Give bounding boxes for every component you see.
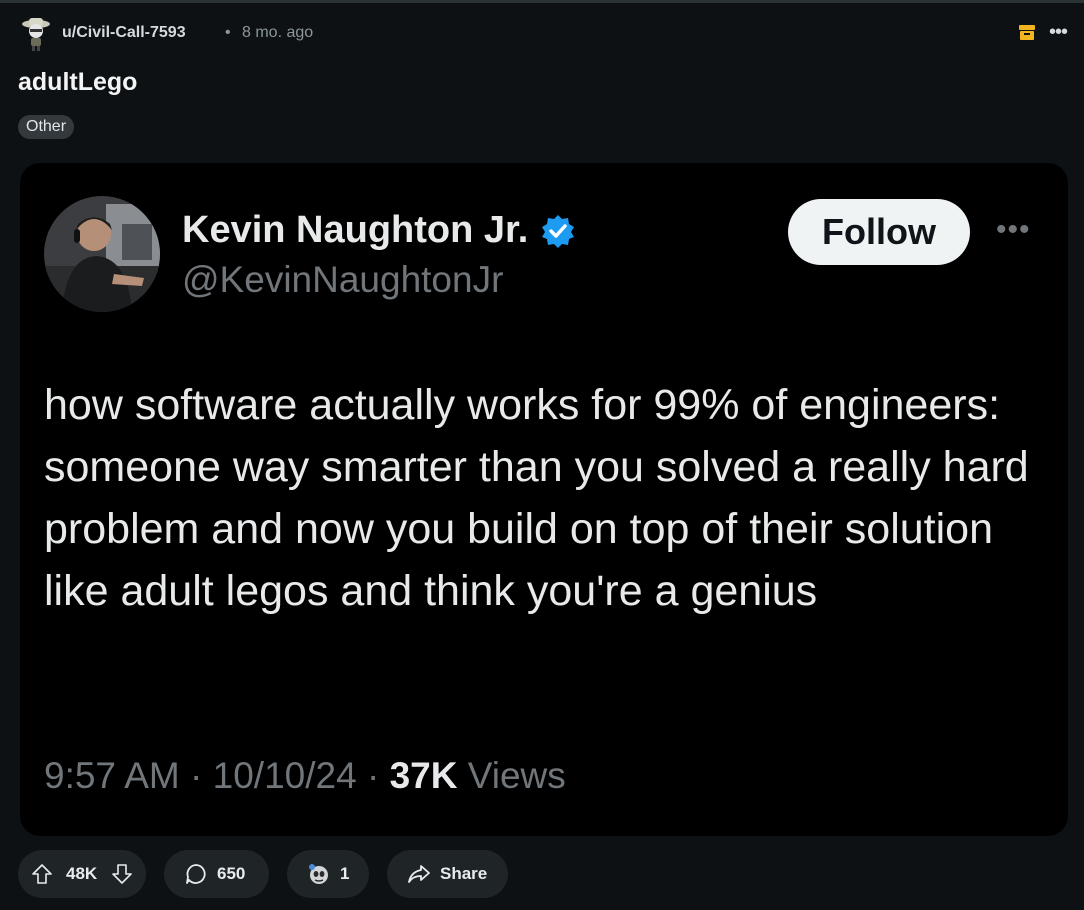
vote-bar: 48K	[18, 850, 146, 898]
author-avatar[interactable]	[20, 16, 52, 52]
top-divider	[0, 0, 1084, 3]
comment-bubble-icon	[184, 862, 208, 886]
meta-separator: •	[225, 24, 231, 41]
downvote-arrow-icon[interactable]	[110, 862, 134, 886]
flair-badge[interactable]: Other	[18, 115, 75, 139]
tweet-meta-separator: ·	[356, 755, 390, 796]
vote-count: 48K	[66, 864, 98, 883]
tweet-views-count: 37K	[389, 755, 458, 796]
post-header: u/Civil-Call-7593 • 8 mo. ago •••	[20, 16, 1070, 52]
tweet-meta-separator: ·	[179, 755, 213, 796]
tweet-text: how software actually works for 99% of e…	[44, 381, 1029, 615]
post-title[interactable]: adultLego	[18, 68, 137, 97]
tweet-author-handle: @KevinNaughtonJr	[182, 259, 504, 300]
share-arrow-icon	[407, 862, 431, 886]
upvote-arrow-icon[interactable]	[30, 862, 54, 886]
tweet-views-label: Views	[467, 755, 566, 796]
post-age: 8 mo. ago	[242, 24, 314, 41]
more-options-icon[interactable]: •••	[1049, 22, 1068, 42]
tweet-time: 9:57 AM	[44, 755, 180, 796]
award-button[interactable]: 1	[287, 850, 369, 898]
tweet-more-icon: •••	[996, 213, 1031, 246]
author-username[interactable]: u/Civil-Call-7593	[62, 24, 186, 42]
archive-icon[interactable]	[1018, 23, 1036, 41]
award-count: 1	[340, 864, 350, 883]
share-button[interactable]: Share	[387, 850, 508, 898]
tweet-image[interactable]: Kevin Naughton Jr. @KevinNaughtonJr Foll…	[20, 163, 1068, 836]
tweet-meta: 9:57 AM · 10/10/24 · 37K Views	[44, 755, 566, 797]
tweet-author-avatar	[44, 196, 160, 312]
follow-button: Follow	[788, 199, 970, 265]
share-label: Share	[440, 864, 488, 883]
comments-button[interactable]: 650	[164, 850, 269, 898]
tweet-author-name: Kevin Naughton Jr.	[182, 209, 529, 251]
verified-badge-icon	[540, 213, 576, 249]
comment-count: 650	[217, 864, 246, 883]
tweet-date: 10/10/24	[212, 755, 357, 796]
award-icon	[307, 862, 331, 886]
